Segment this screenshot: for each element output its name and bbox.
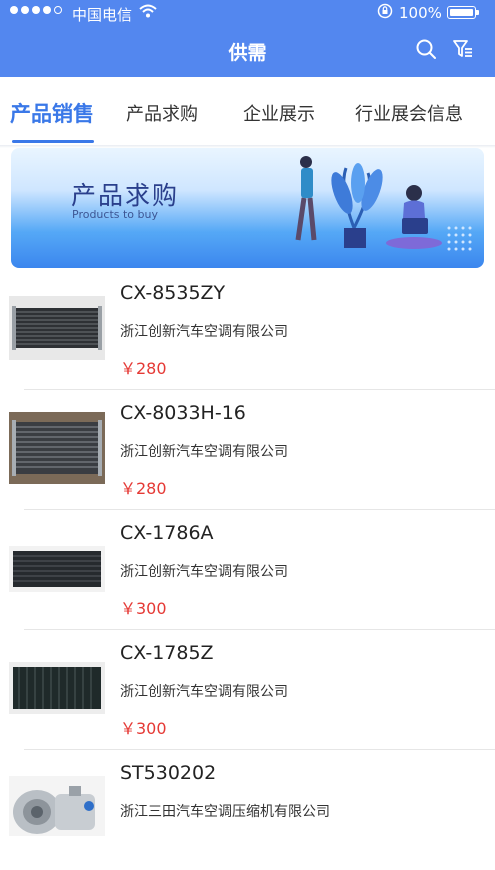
product-item[interactable]: ST530202 浙江三田汽车空调压缩机有限公司 bbox=[0, 750, 495, 870]
signal-strength-icon bbox=[10, 6, 62, 14]
product-image-condenser bbox=[9, 296, 105, 360]
battery-percent: 100% bbox=[399, 4, 442, 22]
top-header: 中国电信 100% 供需 bbox=[0, 0, 495, 77]
product-name: CX-8535ZY bbox=[120, 282, 226, 304]
banner-illustration bbox=[295, 156, 472, 251]
product-image-compressor bbox=[9, 776, 105, 836]
product-company: 浙江创新汽车空调有限公司 bbox=[120, 444, 288, 460]
active-tab-indicator bbox=[12, 140, 94, 143]
search-icon[interactable] bbox=[415, 38, 437, 64]
tab-product-purchase[interactable]: 产品求购 bbox=[126, 100, 198, 126]
product-image-condenser bbox=[9, 546, 105, 592]
product-company: 浙江创新汽车空调有限公司 bbox=[120, 324, 288, 340]
product-price: ￥280 bbox=[120, 359, 167, 378]
wifi-icon bbox=[139, 4, 157, 22]
tab-industry-exhibition[interactable]: 行业展会信息 bbox=[355, 100, 463, 126]
product-company: 浙江三田汽车空调压缩机有限公司 bbox=[120, 804, 330, 820]
product-name: CX-8033H-16 bbox=[120, 402, 246, 424]
battery-icon bbox=[447, 6, 479, 19]
product-item[interactable]: CX-1785Z 浙江创新汽车空调有限公司 ￥300 bbox=[0, 630, 495, 750]
product-image-condenser bbox=[9, 662, 105, 714]
product-item[interactable]: CX-8535ZY 浙江创新汽车空调有限公司 ￥280 bbox=[0, 270, 495, 390]
carrier-name: 中国电信 bbox=[72, 6, 133, 24]
status-bar: 中国电信 100% bbox=[0, 0, 495, 26]
product-price: ￥300 bbox=[120, 599, 167, 618]
product-price: ￥300 bbox=[120, 719, 167, 738]
product-name: CX-1786A bbox=[120, 522, 214, 544]
product-image-condenser bbox=[9, 412, 105, 484]
product-item[interactable]: CX-8033H-16 浙江创新汽车空调有限公司 ￥280 bbox=[0, 390, 495, 510]
tab-company-showcase[interactable]: 企业展示 bbox=[243, 100, 315, 126]
product-item[interactable]: CX-1786A 浙江创新汽车空调有限公司 ￥300 bbox=[0, 510, 495, 630]
orientation-lock-icon bbox=[377, 3, 393, 23]
promo-banner[interactable]: 产品求购 Products to buy bbox=[11, 148, 484, 268]
banner-title: 产品求购 bbox=[71, 181, 180, 210]
product-company: 浙江创新汽车空调有限公司 bbox=[120, 684, 288, 700]
tab-product-sales[interactable]: 产品销售 bbox=[10, 98, 94, 128]
product-name: CX-1785Z bbox=[120, 642, 214, 664]
filter-icon[interactable] bbox=[452, 38, 474, 64]
product-price: ￥280 bbox=[120, 479, 167, 498]
category-tabs: 产品销售 产品求购 企业展示 行业展会信息 bbox=[0, 77, 495, 147]
product-name: ST530202 bbox=[120, 762, 217, 784]
banner-subtitle: Products to buy bbox=[72, 208, 158, 221]
product-company: 浙江创新汽车空调有限公司 bbox=[120, 564, 288, 580]
